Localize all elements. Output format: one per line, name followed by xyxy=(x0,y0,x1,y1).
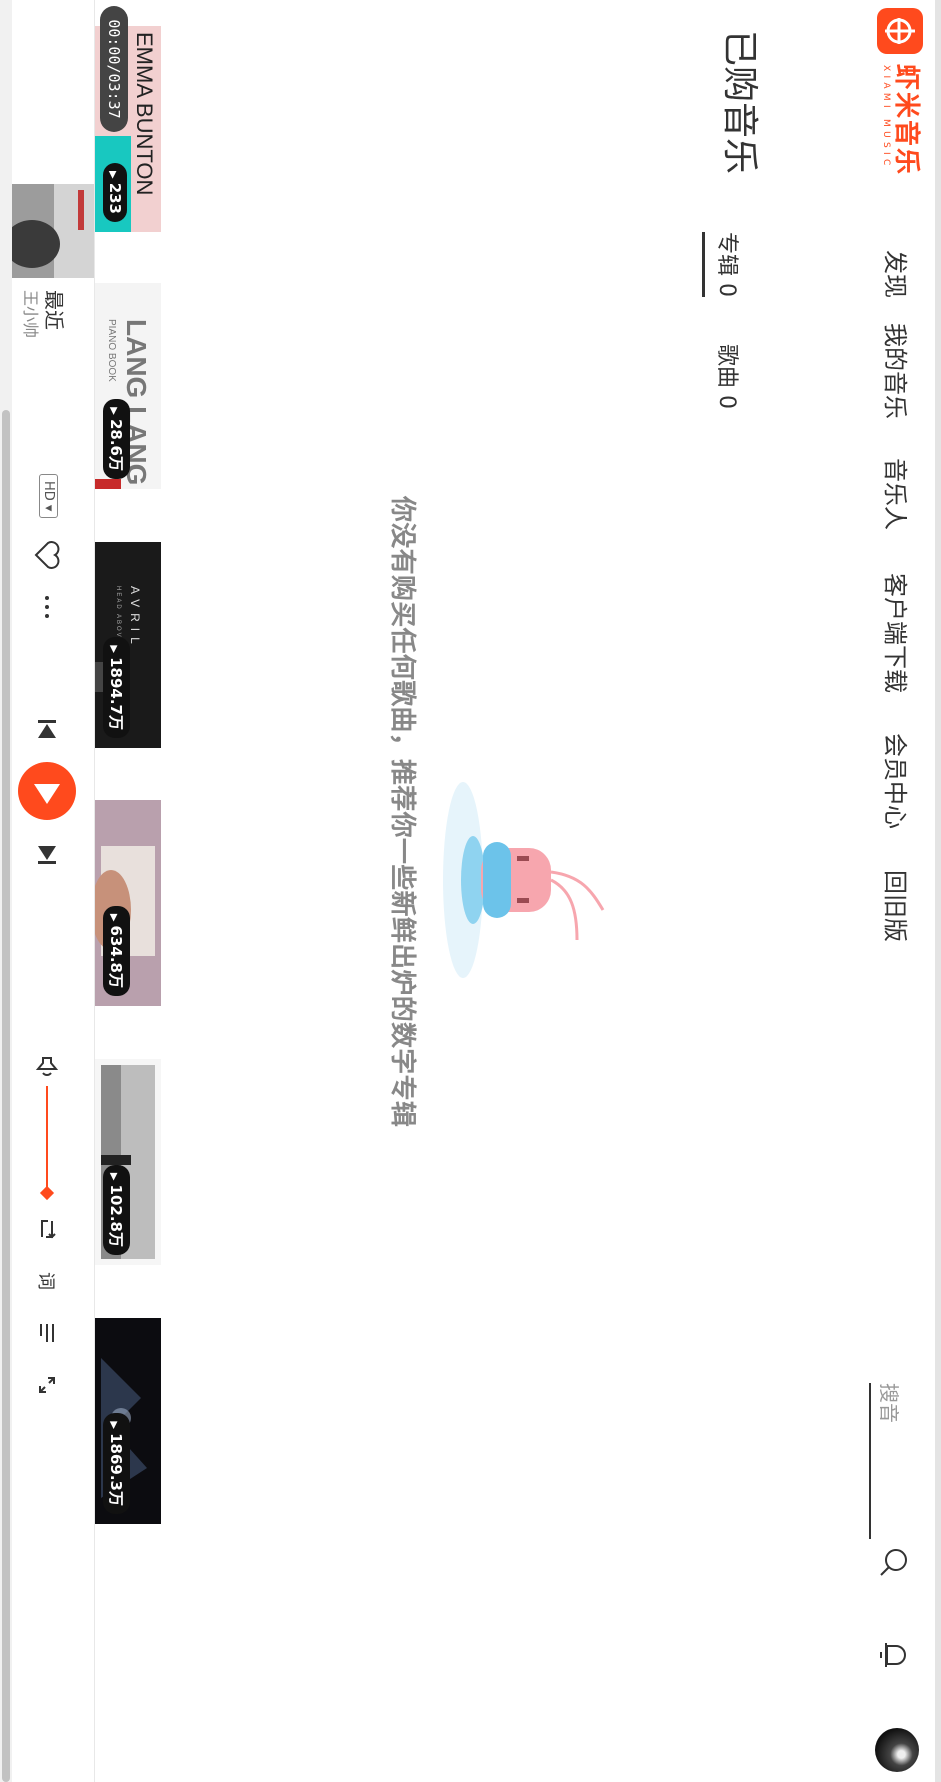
playback-timer: 00:00/03:37 xyxy=(100,6,128,132)
heart-icon[interactable] xyxy=(30,538,64,572)
logo-name: 虾米音乐 xyxy=(891,64,921,177)
nav-old-version[interactable]: 回旧版 xyxy=(880,870,915,942)
search-icon[interactable] xyxy=(877,1545,911,1579)
play-button[interactable] xyxy=(18,762,76,820)
shrimp-mascot-illustration xyxy=(441,780,611,980)
album-play-count: ▶102.8万 xyxy=(103,1164,130,1255)
album-play-count: ▶1894.7万 xyxy=(103,637,130,738)
user-avatar[interactable] xyxy=(875,1728,919,1772)
nav-client-download[interactable]: 客户端下载 xyxy=(880,573,915,693)
play-icon xyxy=(34,784,60,804)
page-title: 已购音乐 xyxy=(719,30,760,175)
album-play-count: ▶1869.3万 xyxy=(103,1413,130,1514)
now-playing-title[interactable]: 最近 xyxy=(41,290,70,330)
album-card[interactable]: ▶1869.3万 xyxy=(95,1318,161,1524)
bell-icon[interactable] xyxy=(877,1640,911,1670)
expand-icon[interactable] xyxy=(30,1368,64,1402)
tab-songs[interactable]: 歌曲 0 xyxy=(705,344,745,409)
top-border xyxy=(935,0,941,1782)
logo-mark-icon xyxy=(877,8,923,54)
playlist-icon[interactable] xyxy=(30,1316,64,1350)
album-play-count: ▶28.6万 xyxy=(103,399,130,479)
album-card[interactable]: AVRIL HEAD ABOVE WATER ▶1894.7万 xyxy=(95,542,161,748)
prev-icon[interactable] xyxy=(30,712,64,746)
now-playing-cover[interactable] xyxy=(0,184,94,278)
svg-text:EMMA BUNTON: EMMA BUNTON xyxy=(132,32,157,195)
tab-albums[interactable]: 专辑 0 xyxy=(702,232,745,297)
volume-slider-handle[interactable] xyxy=(39,1185,55,1201)
player-bar: 00:00/03:37 最近 王小帅 HD ▾ 词 xyxy=(0,0,128,1782)
volume-slider[interactable] xyxy=(46,1086,48,1192)
quality-selector[interactable]: HD ▾ xyxy=(39,474,58,519)
app-stage: 虾米音乐 XIAMI MUSIC 发现 我的音乐 音乐人 客户端下载 会员中心 … xyxy=(0,0,941,1782)
xiami-logo[interactable]: 虾米音乐 XIAMI MUSIC xyxy=(873,8,927,176)
volume-icon[interactable] xyxy=(30,1052,64,1086)
empty-state-message: 你没有购买任何歌曲，推荐你一些新鲜出炉的数字专辑 xyxy=(387,496,417,1128)
scrollbar-thumb[interactable] xyxy=(2,410,10,1782)
logo-sub: XIAMI MUSIC xyxy=(881,65,891,170)
search-input[interactable]: 搜音 xyxy=(869,1383,905,1539)
album-play-count: ▶634.8万 xyxy=(103,905,130,996)
svg-text:词: 词 xyxy=(35,1272,56,1290)
now-playing-artist[interactable]: 王小帅 xyxy=(20,290,44,338)
repeat-icon[interactable] xyxy=(30,1212,64,1246)
nav-vip-center[interactable]: 会员中心 xyxy=(880,733,915,829)
album-play-count: ▶233 xyxy=(103,162,127,222)
svg-text:PIANO BOOK: PIANO BOOK xyxy=(106,319,117,382)
svg-text:AVRIL: AVRIL xyxy=(128,586,142,650)
horizontal-scrollbar[interactable] xyxy=(0,0,12,1782)
nav-discover[interactable]: 发现 xyxy=(880,250,915,298)
album-card[interactable]: LANG LANG PIANO BOOK ▶28.6万 xyxy=(95,283,161,489)
lyrics-icon[interactable]: 词 xyxy=(30,1264,64,1298)
more-icon[interactable] xyxy=(30,590,64,624)
nav-my-music[interactable]: 我的音乐 xyxy=(880,323,915,419)
next-icon[interactable] xyxy=(30,838,64,872)
album-card[interactable]: ▶102.8万 xyxy=(95,1059,161,1265)
album-card[interactable]: ▶634.8万 xyxy=(95,800,161,1006)
search-placeholder: 搜音 xyxy=(877,1383,901,1423)
nav-musicians[interactable]: 音乐人 xyxy=(880,458,915,530)
